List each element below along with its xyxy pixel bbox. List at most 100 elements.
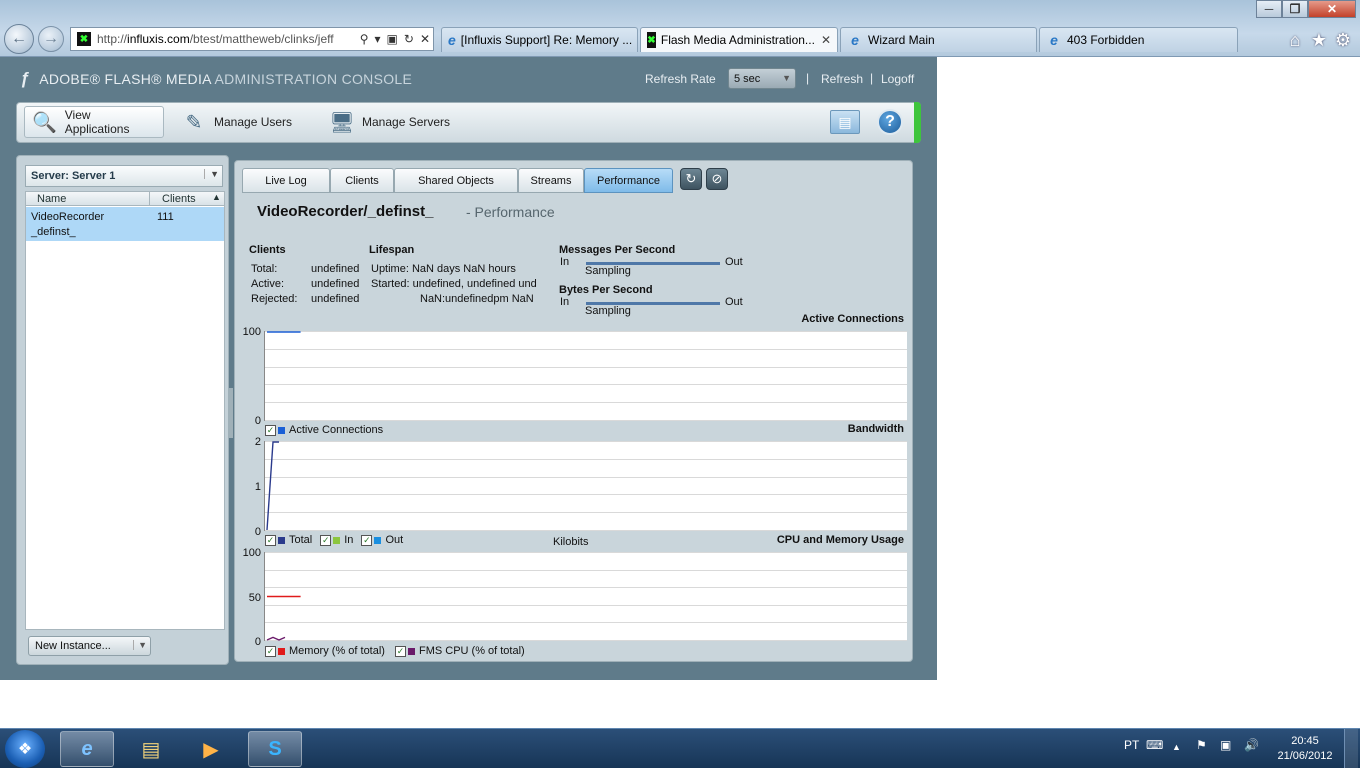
nav-view-applications[interactable]: 🔍 View Applications (24, 106, 164, 138)
home-icon[interactable]: ⌂ (1284, 29, 1306, 51)
tab-label: Wizard Main (868, 33, 935, 47)
refresh-rate-select[interactable]: 5 sec ▼ (728, 68, 796, 89)
nav-manage-servers[interactable]: 🖥 Manage Servers (322, 106, 462, 138)
nav-manage-users[interactable]: ✎ Manage Users (174, 106, 304, 138)
tab-performance[interactable]: Performance (584, 168, 673, 193)
column-clients-header[interactable]: Clients (162, 193, 196, 205)
cpu-memory-legend: ✓ Memory (% of total) ✓ FMS CPU (% of tota… (265, 645, 525, 657)
view-applications-icon: 🔍 (32, 111, 58, 134)
search-icon[interactable]: ⚲ (357, 32, 372, 46)
refresh-icon[interactable]: ↻ (401, 32, 417, 46)
taskbar-skype[interactable]: S (248, 731, 302, 767)
reload-button[interactable]: ↻ (680, 168, 702, 190)
legend-checkbox[interactable]: ✓ (265, 645, 276, 657)
legend-checkbox[interactable]: ✓ (361, 534, 373, 546)
dropdown-icon[interactable]: ▾ (372, 32, 384, 46)
chevron-down-icon: ▼ (782, 73, 791, 83)
close-window-button[interactable]: ✕ (1308, 0, 1356, 18)
language-indicator[interactable]: PT (1124, 738, 1139, 752)
browser-tab-influxis-support[interactable]: e [Influxis Support] Re: Memory ... (441, 27, 638, 52)
media-player-icon: ▶ (203, 738, 219, 761)
mps-out-label: Out (725, 256, 743, 268)
table-row[interactable]: VideoRecorder _definst_ 111 (26, 207, 224, 241)
tools-gear-icon[interactable]: ⚙ (1332, 29, 1354, 51)
tab-shared-objects[interactable]: Shared Objects (394, 168, 518, 193)
active-connections-legend: ✓ Active Connections (265, 424, 383, 436)
tab-streams[interactable]: Streams (518, 168, 584, 193)
action-center-flag-icon[interactable]: ⚑ (1196, 738, 1207, 752)
show-hidden-icons-icon[interactable]: ▲ (1172, 742, 1181, 752)
compat-view-icon[interactable]: ▣ (384, 32, 401, 46)
clients-stats-title: Clients (249, 244, 286, 256)
taskbar-explorer[interactable]: ▤ (124, 731, 178, 767)
legend-swatch (407, 647, 415, 655)
system-clock[interactable]: 20:45 21/06/2012 (1272, 734, 1338, 764)
ie-favicon-icon: e (851, 32, 859, 48)
bytes-per-second-title: Bytes Per Second (559, 284, 653, 296)
new-instance-label: New Instance... (35, 640, 111, 652)
bandwidth-unit-label: Kilobits (553, 536, 589, 548)
new-instance-button[interactable]: New Instance... ▼ (28, 636, 151, 656)
browser-tab-403-forbidden[interactable]: e 403 Forbidden (1039, 27, 1238, 52)
forward-button[interactable]: → (38, 26, 64, 52)
start-button[interactable]: ❖ (5, 730, 45, 768)
taskbar-ie[interactable]: e (60, 731, 114, 767)
y-tick-label: 100 (242, 547, 261, 559)
help-button[interactable]: ? (877, 109, 903, 135)
y-tick-label: 100 (242, 326, 261, 338)
folder-button[interactable]: ▤ (830, 110, 860, 134)
address-url[interactable]: http://influxis.com/btest/mattheweb/clin… (97, 32, 357, 46)
show-desktop-button[interactable] (1344, 729, 1358, 768)
legend-checkbox[interactable]: ✓ (320, 534, 332, 546)
tab-live-log[interactable]: Live Log (242, 168, 330, 193)
keyboard-icon[interactable]: ⌨ (1146, 738, 1163, 752)
tab-label: [Influxis Support] Re: Memory ... (460, 33, 633, 47)
volume-icon[interactable]: 🔊 (1244, 738, 1259, 752)
url-prefix: http:// (97, 32, 128, 46)
ie-favicon-icon: e (448, 32, 456, 48)
brand-sub: ADMINISTRATION CONSOLE (214, 71, 413, 87)
legend-checkbox[interactable]: ✓ (394, 645, 406, 657)
browser-tab-flash-admin[interactable]: ✖ Flash Media Administration... ✕ (640, 27, 838, 52)
active-label: Active: (251, 278, 285, 290)
server-select[interactable]: Server: Server 1 ▼ (25, 165, 223, 187)
panel-splitter[interactable] (228, 388, 233, 438)
refresh-rate-label: Refresh Rate (645, 72, 716, 86)
tab-clients[interactable]: Clients (330, 168, 394, 193)
rejected-value: undefined (311, 293, 360, 305)
column-name-header[interactable]: Name (37, 193, 66, 205)
active-connections-chart (264, 331, 907, 421)
cpu-memory-chart (264, 552, 907, 641)
taskbar-media-player[interactable]: ▶ (184, 731, 238, 767)
refresh-link[interactable]: Refresh (821, 72, 863, 86)
started-value: Started: undefined, undefined und (371, 278, 537, 290)
tab-label: Streams (530, 174, 572, 187)
legend-checkbox[interactable]: ✓ (265, 424, 276, 436)
logoff-link[interactable]: Logoff (881, 72, 914, 86)
manage-servers-icon: 🖥 (329, 111, 355, 134)
internet-explorer-icon: e (81, 737, 93, 760)
address-bar[interactable]: ✖ http://influxis.com/btest/mattheweb/cl… (70, 27, 434, 51)
url-domain: influxis.com (127, 32, 190, 46)
close-tab-icon[interactable]: ✕ (815, 33, 831, 47)
favorites-star-icon[interactable]: ★ (1308, 29, 1330, 51)
scroll-up-icon[interactable]: ▲ (212, 192, 221, 202)
legend-swatch (374, 536, 382, 544)
active-value: undefined (311, 278, 360, 290)
flash-favicon-icon: ✖ (647, 32, 656, 48)
maximize-button[interactable]: ❐ (1282, 0, 1308, 18)
browser-tab-wizard-main[interactable]: e Wizard Main (840, 27, 1037, 52)
network-icon[interactable]: ▣ (1220, 738, 1231, 752)
minimize-button[interactable]: ─ (1256, 0, 1282, 18)
ie-favicon-icon: e (1050, 32, 1058, 48)
apps-grid-header: Name Clients ▲ (25, 191, 225, 206)
y-tick-label: 0 (254, 526, 261, 538)
cpu-memory-chart-title: CPU and Memory Usage (776, 534, 904, 546)
clock-date: 21/06/2012 (1277, 750, 1333, 762)
legend-checkbox[interactable]: ✓ (265, 534, 276, 546)
legend-swatch (333, 536, 341, 544)
back-button[interactable]: ← (4, 24, 34, 54)
refresh-icon: ↻ (685, 171, 697, 186)
stop-icon[interactable]: ✕ (417, 32, 433, 46)
stop-button[interactable]: ⊘ (706, 168, 728, 190)
